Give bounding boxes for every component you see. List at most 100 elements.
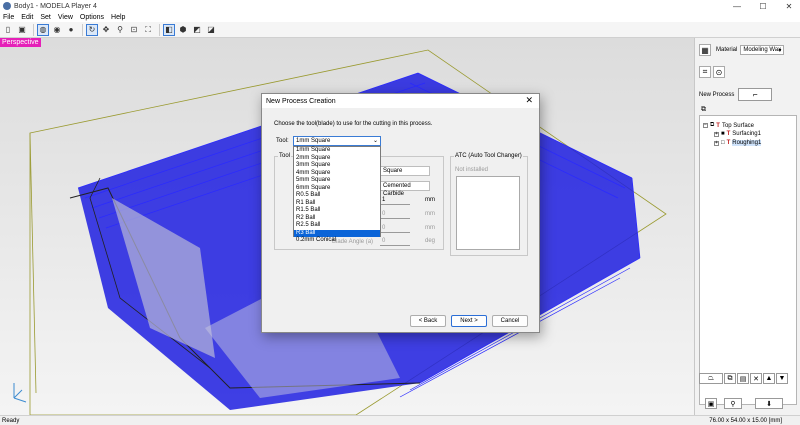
tool-option[interactable]: R0.5 Ball — [294, 192, 380, 200]
diameter-field[interactable]: 1 — [380, 195, 410, 205]
blade-angle-unit: deg — [425, 238, 436, 244]
menu-set[interactable]: Set — [40, 14, 51, 21]
toolbar: ▯ ▣ ◍ ◉ ● ↻ ✥ ⚲ ⊡ ⛶ ◧ ⬢ ◩ ◪ — [0, 22, 800, 38]
expand-icon[interactable]: − — [703, 123, 708, 128]
dialog-title: New Process Creation — [266, 97, 336, 105]
atc-status: Not installed — [455, 167, 489, 173]
tree-roughing1[interactable]: + □ T Roughing1 — [714, 140, 762, 146]
atc-slot-list — [456, 176, 520, 250]
minimize-button[interactable]: — — [726, 0, 748, 12]
process-icon: T — [726, 140, 731, 146]
diameter-unit: mm — [425, 197, 435, 203]
top-view-icon[interactable]: ◪ — [205, 24, 217, 36]
tool-option[interactable]: 6mm Square — [294, 185, 380, 193]
expand-icon[interactable]: + — [714, 131, 719, 137]
visible-square-icon: □ — [721, 140, 725, 146]
delete-icon[interactable]: ✕ — [750, 373, 762, 384]
simulate-icon[interactable]: ⚲ — [724, 398, 742, 409]
process-panel: ▦ Material Modeling Wax ⌗ ⊙ New Process … — [694, 38, 800, 415]
tool-option[interactable]: R1.5 Ball — [294, 207, 380, 215]
tool-group-label: Tool — [278, 153, 292, 159]
paste-icon[interactable]: ▤ — [737, 373, 749, 384]
save-icon[interactable]: ▣ — [16, 24, 28, 36]
new-process-button[interactable]: ⌐ — [738, 88, 773, 101]
copy-icon[interactable]: ⧉ — [724, 373, 736, 384]
tool-dropdown-list[interactable]: 1mm Square 2mm Square 3mm Square 4mm Squ… — [293, 146, 381, 243]
menu-view[interactable]: View — [58, 14, 73, 21]
zoom-region-icon[interactable]: ⊡ — [128, 24, 140, 36]
tool-option[interactable]: 1mm Square — [294, 147, 380, 155]
move-down-icon[interactable]: ▼ — [776, 373, 788, 384]
new-process-dialog: New Process Creation ✕ Choose the tool(b… — [261, 93, 540, 333]
side-view-icon[interactable]: ◩ — [191, 24, 203, 36]
window-title: Body1 - MODELA Player 4 — [14, 2, 97, 10]
new-file-icon[interactable]: ▯ — [2, 24, 14, 36]
menu-bar: File Edit Set View Options Help — [0, 12, 800, 22]
process-tools-row: ⏢ ⧉ ▤ ✕ ▲ ▼ — [699, 373, 789, 384]
menu-edit[interactable]: Edit — [21, 14, 33, 21]
origin-settings-icon[interactable]: ⊙ — [713, 66, 725, 78]
atc-title: ATC (Auto Tool Changer) — [454, 153, 523, 159]
view-mode-label: Perspective — [0, 38, 41, 47]
fit-view-icon[interactable]: ⛶ — [142, 24, 154, 36]
expand-icon[interactable]: + — [714, 140, 719, 146]
shaded-sphere-icon[interactable]: ● — [65, 24, 77, 36]
dialog-close-button[interactable]: ✕ — [525, 95, 533, 106]
tool-option[interactable]: 4mm Square — [294, 170, 380, 178]
tool-label: Tool: — [276, 138, 289, 144]
tool-option[interactable]: 0.2mm Conical — [294, 237, 380, 245]
param-unit-2: mm — [425, 225, 435, 231]
globe-view-icon[interactable]: ◍ — [37, 23, 49, 36]
tree-top-surface[interactable]: − ⧉ T Top Surface — [703, 122, 754, 129]
process-icon: T — [726, 131, 731, 137]
dialog-title-bar: New Process Creation ✕ — [262, 94, 539, 108]
back-button[interactable]: < Back — [410, 315, 446, 327]
param-field-1: 0 — [380, 209, 410, 219]
preview-icon[interactable]: ▣ — [705, 398, 717, 409]
material-label: Material — [716, 47, 738, 53]
tool-option[interactable]: 5mm Square — [294, 177, 380, 185]
new-process-label: New Process — [699, 91, 735, 98]
rotate-icon[interactable]: ↻ — [86, 23, 98, 36]
tool-option[interactable]: R2 Ball — [294, 215, 380, 223]
output-tools-row: ▣ ⚲ ⬇ — [705, 398, 784, 409]
sphere-view-icon[interactable]: ◉ — [51, 24, 63, 36]
tool-option[interactable]: 2mm Square — [294, 155, 380, 163]
app-icon — [3, 2, 11, 10]
instruction-text: Choose the tool(blade) to use for the cu… — [274, 121, 433, 127]
material-field: Cemented Carbide — [380, 181, 430, 197]
process-tree[interactable]: − ⧉ T Top Surface + ■ T Surfacing1 + □ T… — [699, 115, 797, 405]
move-up-icon[interactable]: ▲ — [763, 373, 775, 384]
param-field-2: 0 — [380, 223, 410, 233]
maximize-button[interactable]: ☐ — [752, 0, 774, 12]
blade-angle-field: 0 — [380, 236, 410, 246]
front-view-icon[interactable]: ◧ — [163, 23, 175, 36]
surface-icon: ⧉ — [710, 122, 715, 128]
tool-option-highlighted[interactable]: R3 Ball — [294, 229, 380, 237]
tree-surfacing1[interactable]: + ■ T Surfacing1 — [714, 131, 761, 137]
menu-help[interactable]: Help — [111, 14, 125, 21]
type-field: Square — [380, 166, 430, 176]
pan-icon[interactable]: ✥ — [100, 24, 112, 36]
menu-options[interactable]: Options — [80, 14, 104, 21]
next-button[interactable]: Next > — [451, 315, 487, 327]
tool-option[interactable]: 3mm Square — [294, 162, 380, 170]
status-bar: Ready 76.00 x 54.00 x 15.00 [mm] — [0, 415, 800, 425]
iso-view-icon[interactable]: ⬢ — [177, 24, 189, 36]
menu-file[interactable]: File — [3, 14, 14, 21]
cancel-button[interactable]: Cancel — [492, 315, 528, 327]
material-icon: ▦ — [699, 44, 711, 56]
tool-option[interactable]: R2.5 Ball — [294, 222, 380, 230]
toolpath-preview-icon[interactable]: ⏢ — [699, 373, 723, 384]
toolbar-separator — [33, 23, 34, 36]
tool-select[interactable]: 1mm Square ⌄ — [293, 136, 381, 146]
material-select[interactable]: Modeling Wax — [740, 45, 785, 55]
cut-icon[interactable]: ⬇ — [755, 398, 783, 409]
model-settings-icon[interactable]: ⌗ — [699, 66, 711, 78]
toolbar-separator — [159, 23, 160, 36]
zoom-icon[interactable]: ⚲ — [114, 24, 126, 36]
tool-option[interactable]: R1 Ball — [294, 200, 380, 208]
workpiece-dimensions: 76.00 x 54.00 x 15.00 [mm] — [709, 417, 782, 424]
close-button[interactable]: ✕ — [778, 0, 800, 12]
axis-indicator — [13, 383, 27, 403]
